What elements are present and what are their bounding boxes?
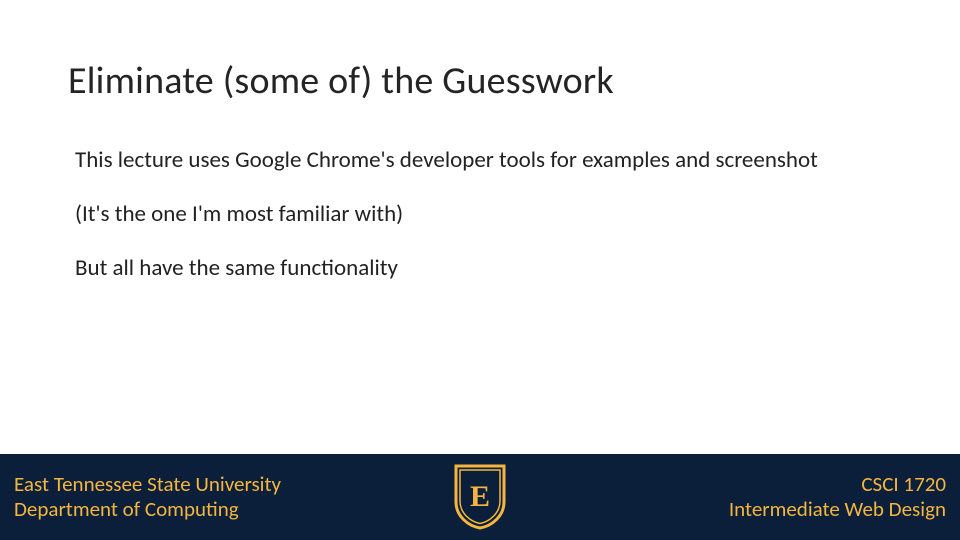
slide-body: This lecture uses Google Chrome's develo… — [75, 146, 890, 308]
body-paragraph: (It's the one I'm most familiar with) — [75, 200, 890, 228]
shield-icon: E — [452, 464, 508, 530]
footer-bar: East Tennessee State University Departme… — [0, 454, 960, 540]
footer-department-name: Department of Computing — [14, 497, 281, 522]
slide: Eliminate (some of) the Guesswork This l… — [0, 0, 960, 540]
footer-university-name: East Tennessee State University — [14, 472, 281, 497]
logo-letter: E — [470, 480, 490, 513]
body-paragraph: But all have the same functionality — [75, 254, 890, 282]
footer-course-code: CSCI 1720 — [729, 472, 946, 497]
footer-course-name: Intermediate Web Design — [729, 497, 946, 522]
slide-title: Eliminate (some of) the Guesswork — [68, 58, 614, 104]
footer-right: CSCI 1720 Intermediate Web Design — [729, 472, 946, 522]
body-paragraph: This lecture uses Google Chrome's develo… — [75, 146, 890, 174]
footer-left: East Tennessee State University Departme… — [14, 472, 281, 522]
university-logo: E — [452, 464, 508, 530]
